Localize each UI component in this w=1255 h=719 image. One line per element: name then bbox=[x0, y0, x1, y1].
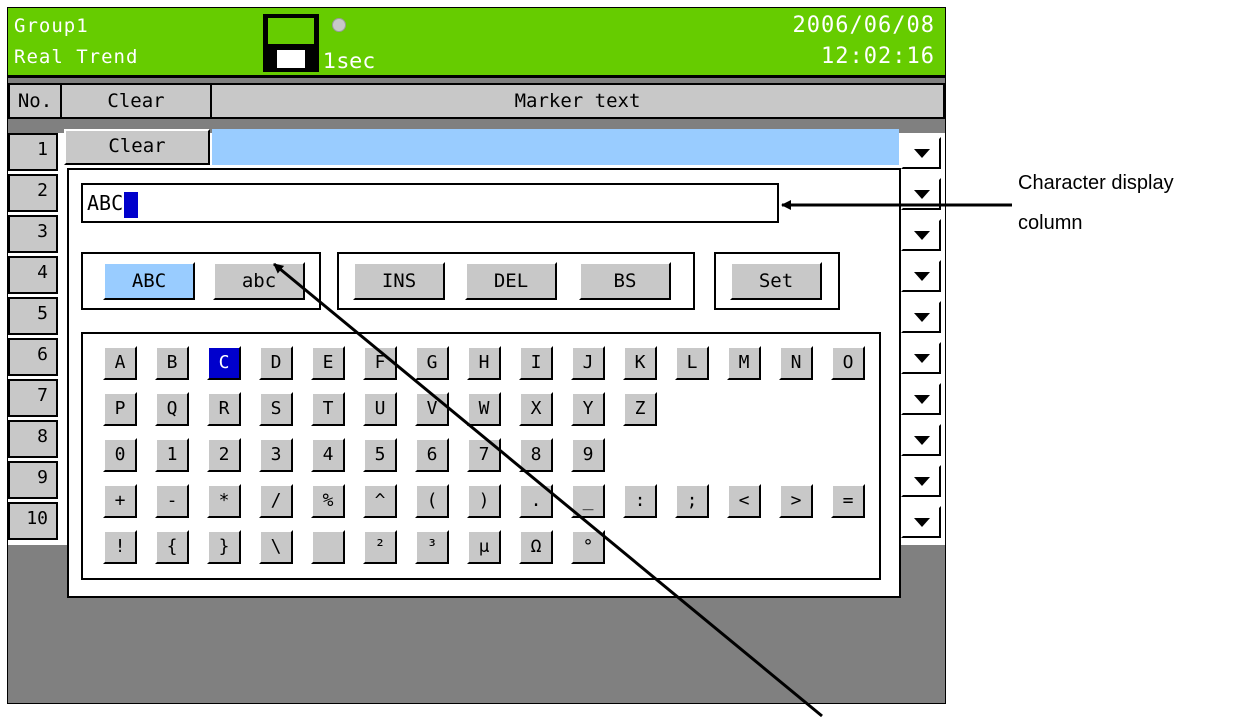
arrow-to-lowercase-button bbox=[273, 262, 823, 718]
annotation-arrows bbox=[273, 200, 1012, 718]
